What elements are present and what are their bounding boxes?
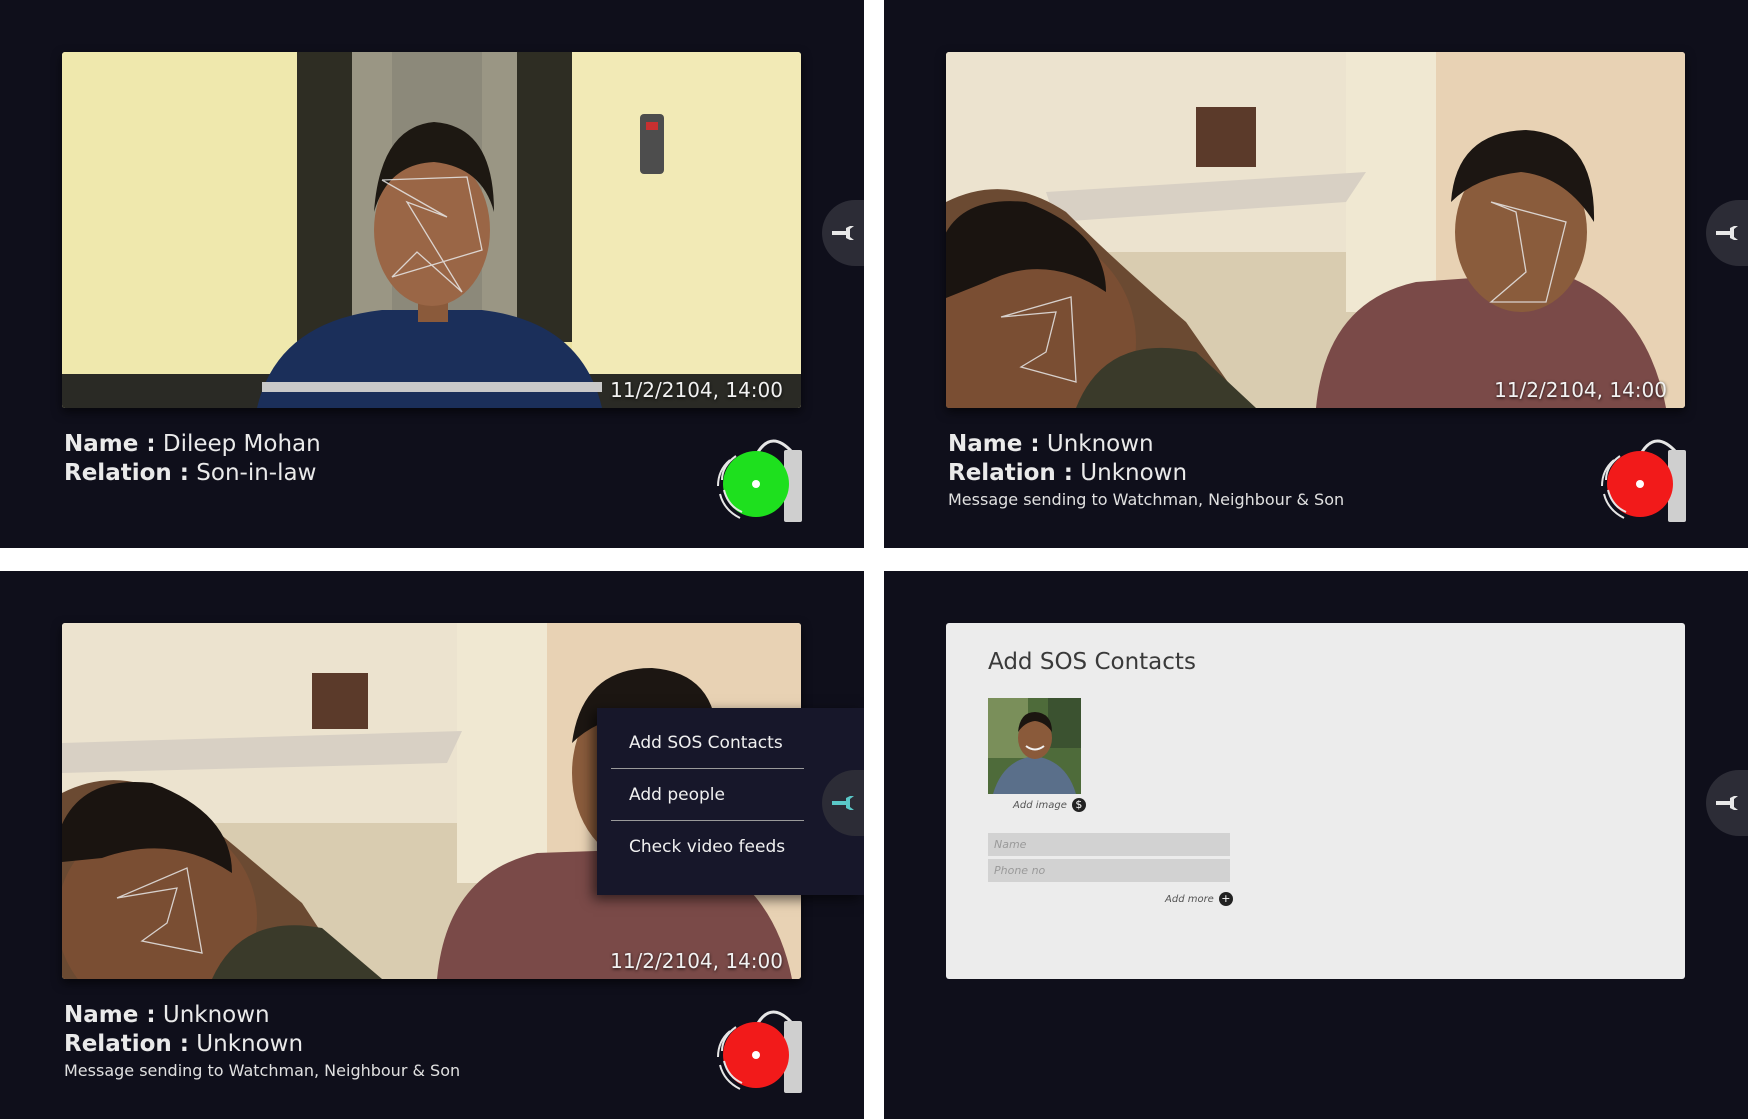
timestamp: 11/2/2104, 14:00	[610, 378, 783, 402]
video-frame-image	[946, 52, 1685, 408]
add-image-label: Add image	[1013, 799, 1067, 811]
name-key: Name :	[948, 431, 1040, 457]
camera-panel-menu-open: 11/2/2104, 14:00 Add SOS Contacts Add pe…	[0, 571, 864, 1119]
sos-contact-form: Add SOS Contacts Add image $ Add more +	[946, 623, 1685, 979]
person-relation: Unknown	[196, 1031, 304, 1057]
video-frame-image	[62, 52, 801, 408]
name-field[interactable]	[988, 833, 1230, 856]
timestamp: 11/2/2104, 14:00	[610, 949, 783, 973]
name-key: Name :	[64, 431, 156, 457]
settings-tab[interactable]	[1706, 200, 1748, 266]
wrench-icon	[832, 226, 854, 240]
video-feed[interactable]: 11/2/2104, 14:00	[946, 52, 1685, 408]
person-info: Name : Unknown Relation : Unknown Messag…	[948, 430, 1344, 510]
bell-icon[interactable]	[1596, 430, 1692, 526]
menu-item-check-video-feeds[interactable]: Check video feeds	[611, 822, 804, 873]
person-info: Name : Unknown Relation : Unknown Messag…	[64, 1001, 460, 1081]
alert-message: Message sending to Watchman, Neighbour &…	[948, 490, 1345, 509]
settings-tab[interactable]	[1706, 770, 1748, 836]
person-relation: Unknown	[1080, 460, 1188, 486]
settings-tab[interactable]	[822, 200, 864, 266]
add-image-icon: $	[1071, 798, 1086, 812]
add-more-button[interactable]: Add more +	[1165, 892, 1233, 906]
plus-icon: +	[1218, 892, 1233, 906]
wrench-icon	[1716, 796, 1738, 810]
bell-icon[interactable]	[712, 430, 808, 526]
relation-key: Relation :	[64, 460, 189, 486]
menu-item-add-people[interactable]: Add people	[611, 770, 804, 821]
person-name: Dileep Mohan	[162, 431, 321, 457]
bell-icon[interactable]	[712, 1001, 808, 1097]
alert-message: Message sending to Watchman, Neighbour &…	[64, 1061, 461, 1080]
timestamp: 11/2/2104, 14:00	[1494, 378, 1667, 402]
form-title: Add SOS Contacts	[988, 649, 1196, 675]
video-feed[interactable]: 11/2/2104, 14:00	[62, 52, 801, 408]
add-more-label: Add more	[1165, 893, 1214, 905]
relation-key: Relation :	[64, 1031, 189, 1057]
contact-photo[interactable]	[988, 698, 1081, 794]
person-name: Unknown	[162, 1002, 270, 1028]
camera-panel-known: 11/2/2104, 14:00 Name : Dileep Mohan Rel…	[0, 0, 864, 548]
contact-photo-image	[988, 698, 1081, 794]
person-info: Name : Dileep Mohan Relation : Son-in-la…	[64, 430, 321, 488]
relation-key: Relation :	[948, 460, 1073, 486]
name-key: Name :	[64, 1002, 156, 1028]
person-name: Unknown	[1046, 431, 1154, 457]
add-sos-contacts-panel: Add SOS Contacts Add image $ Add more +	[884, 571, 1748, 1119]
camera-panel-unknown: 11/2/2104, 14:00 Name : Unknown Relation…	[884, 0, 1748, 548]
add-image-button[interactable]: Add image $	[1013, 798, 1086, 812]
person-relation: Son-in-law	[196, 460, 317, 486]
menu-item-add-sos-contacts[interactable]: Add SOS Contacts	[611, 718, 804, 769]
wrench-icon	[832, 796, 854, 810]
wrench-icon	[1716, 226, 1738, 240]
phone-field[interactable]	[988, 859, 1230, 882]
